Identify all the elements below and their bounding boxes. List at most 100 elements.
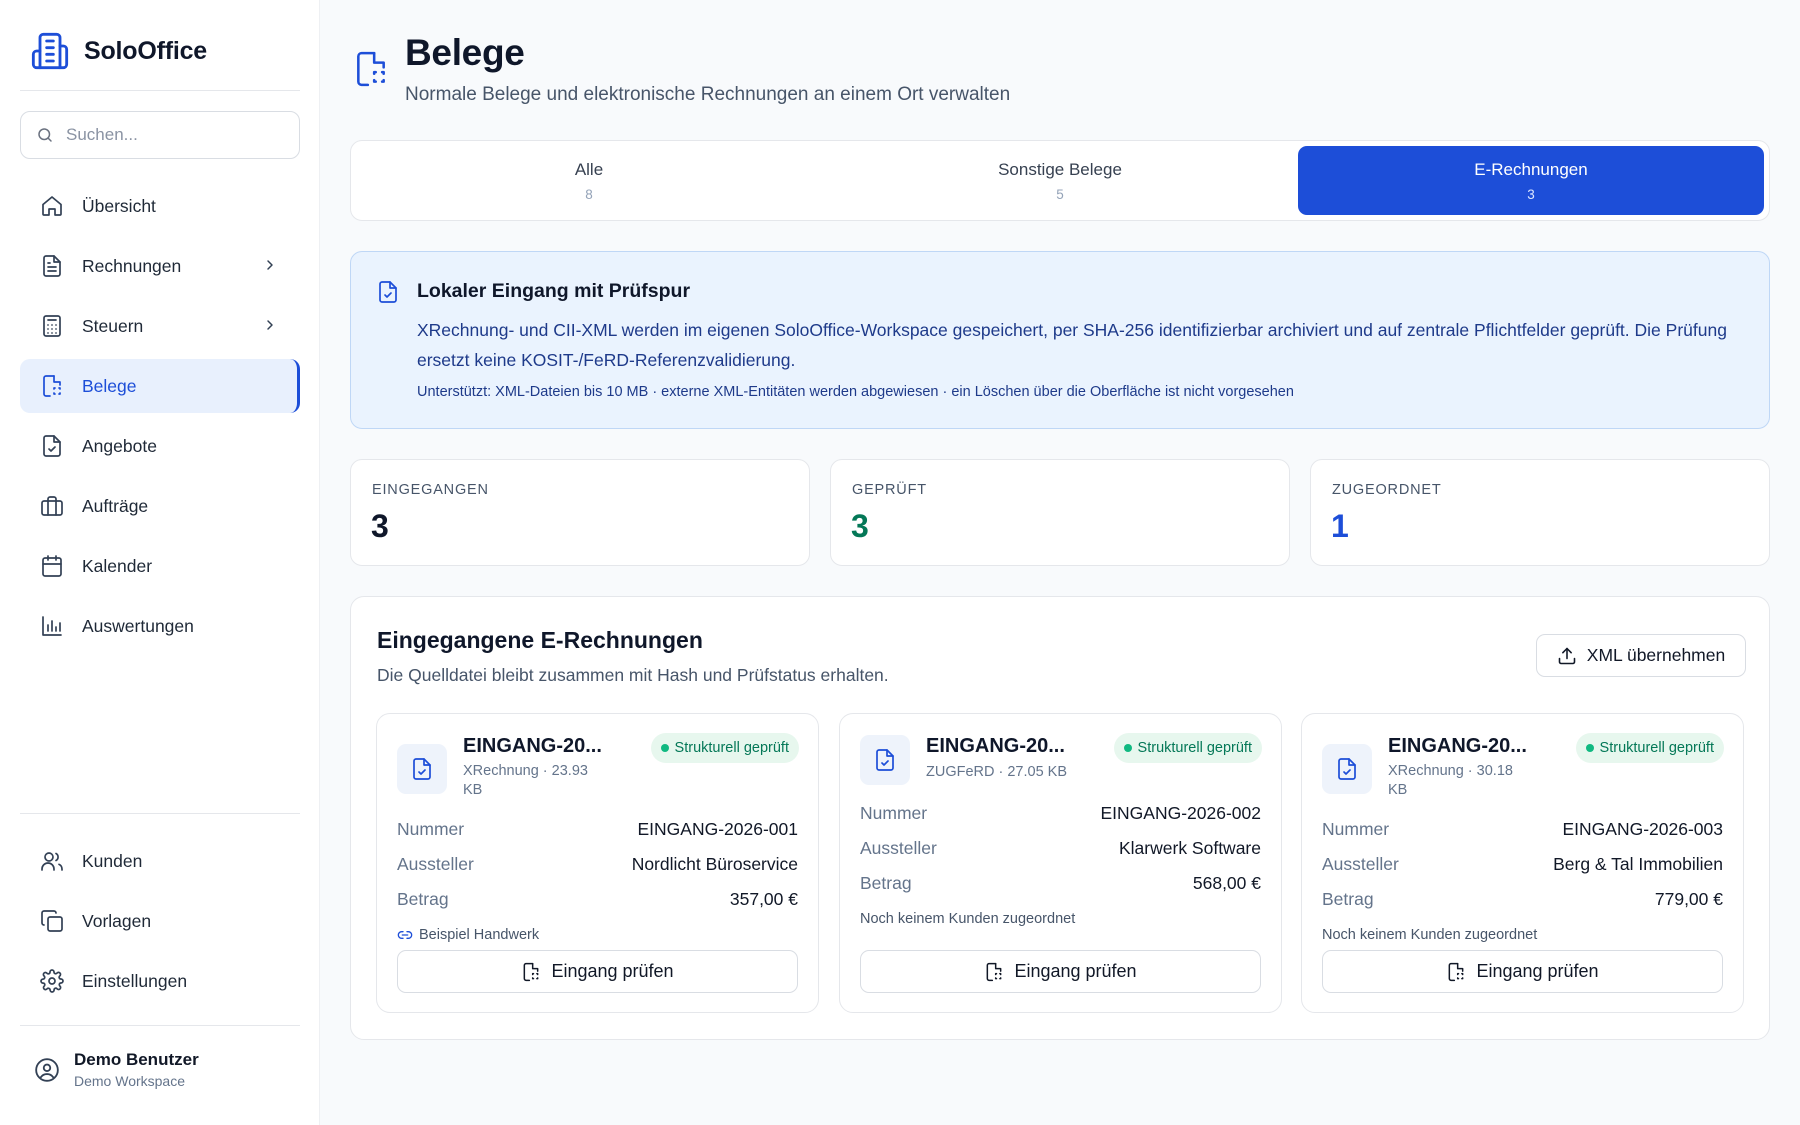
upload-icon: [1557, 646, 1577, 666]
button-label: XML übernehmen: [1586, 645, 1726, 665]
card-meta: XRechnung · 30.18 KB: [1388, 763, 1513, 798]
tab-e-rechnungen[interactable]: E-Rechnungen 3: [1298, 146, 1764, 215]
row-key: Betrag: [1322, 889, 1374, 909]
status-badge: Strukturell geprüft: [1575, 733, 1724, 763]
sidebar-item-auftraege[interactable]: Aufträge: [20, 479, 300, 533]
card-row-issuer: Aussteller Nordlicht Büroservice: [397, 854, 798, 875]
stat-card-zugeordnet: ZUGEORDNET 1: [1310, 459, 1770, 566]
customer-assignment: Noch keinem Kunden zugeordnet: [860, 911, 1075, 927]
sidebar-item-label: Auswertungen: [82, 615, 194, 636]
info-banner: Lokaler Eingang mit Prüfspur XRechnung- …: [350, 251, 1770, 429]
button-label: Eingang prüfen: [1014, 961, 1137, 981]
check-receipt-button[interactable]: Eingang prüfen: [860, 950, 1261, 993]
user-name: Demo Benutzer: [74, 1050, 199, 1069]
sidebar-item-label: Aufträge: [82, 495, 149, 516]
tab-alle[interactable]: Alle 8: [356, 146, 822, 215]
sidebar-item-belege[interactable]: Belege: [20, 359, 300, 413]
gear-icon: [40, 969, 64, 993]
sidebar-item-label: Angebote: [82, 435, 157, 456]
sidebar-item-label: Belege: [82, 375, 137, 396]
tab-bar: Alle 8 Sonstige Belege 5 E-Rechnungen 3: [350, 140, 1770, 221]
row-value: EINGANG-2026-002: [1100, 803, 1262, 823]
file-check-icon: [860, 735, 910, 785]
page-title: Belege: [405, 32, 525, 73]
customer-assignment: Noch keinem Kunden zugeordnet: [1322, 927, 1537, 943]
sidebar: SoloOffice Übersicht Rechnungen Steuern: [0, 0, 320, 1125]
sidebar-item-uebersicht[interactable]: Übersicht: [20, 179, 300, 233]
receipt-scan-icon: [352, 50, 390, 88]
file-scan-icon: [1446, 962, 1466, 982]
stat-label: ZUGEORDNET: [1332, 482, 1442, 498]
file-check-icon: [40, 434, 64, 458]
file-check-icon: [397, 744, 447, 794]
row-key: Nummer: [860, 803, 928, 823]
sidebar-item-label: Übersicht: [82, 195, 156, 216]
sidebar-divider: [20, 1025, 300, 1026]
calendar-icon: [40, 554, 64, 578]
brand[interactable]: SoloOffice: [30, 30, 207, 72]
tab-sonstige-belege[interactable]: Sonstige Belege 5: [827, 146, 1293, 215]
tab-label: E-Rechnungen: [1474, 159, 1588, 179]
user-profile[interactable]: Demo Benutzer Demo Workspace: [34, 1050, 199, 1089]
status-text: Strukturell geprüft: [674, 740, 789, 756]
card-row-number: Nummer EINGANG-2026-002: [860, 803, 1261, 824]
check-receipt-button[interactable]: Eingang prüfen: [397, 950, 798, 993]
assignment-text: Beispiel Handwerk: [419, 927, 540, 943]
file-check-icon: [376, 280, 400, 304]
copy-icon: [40, 909, 64, 933]
link-icon: [397, 927, 413, 943]
card-row-amount: Betrag 779,00 €: [1322, 889, 1723, 910]
page-subtitle: Normale Belege und elektronische Rechnun…: [405, 84, 1011, 105]
sidebar-item-label: Kalender: [82, 555, 153, 576]
card-row-amount: Betrag 568,00 €: [860, 873, 1261, 894]
file-text-icon: [40, 254, 64, 278]
sidebar-item-kalender[interactable]: Kalender: [20, 539, 300, 593]
search-icon: [36, 126, 54, 144]
file-scan-icon: [521, 962, 541, 982]
sidebar-item-einstellungen[interactable]: Einstellungen: [20, 954, 300, 1008]
status-badge: Strukturell geprüft: [650, 733, 799, 763]
customer-assignment[interactable]: Beispiel Handwerk: [397, 927, 539, 943]
card-row-amount: Betrag 357,00 €: [397, 889, 798, 910]
row-key: Nummer: [1322, 819, 1390, 839]
card-row-issuer: Aussteller Klarwerk Software: [860, 838, 1261, 859]
bar-chart-icon: [40, 614, 64, 638]
sidebar-item-label: Rechnungen: [82, 255, 182, 276]
e-invoice-panel: Eingegangene E-Rechnungen Die Quelldatei…: [350, 596, 1770, 1040]
row-value: 779,00 €: [1654, 889, 1723, 909]
search-box[interactable]: [20, 111, 300, 159]
sidebar-item-angebote[interactable]: Angebote: [20, 419, 300, 473]
check-receipt-button[interactable]: Eingang prüfen: [1322, 950, 1723, 993]
row-value: EINGANG-2026-001: [637, 819, 799, 839]
row-key: Aussteller: [397, 854, 474, 874]
tab-label: Sonstige Belege: [998, 159, 1122, 179]
tab-count: 8: [585, 186, 593, 202]
sidebar-item-steuern[interactable]: Steuern: [20, 299, 300, 353]
briefcase-icon: [40, 494, 64, 518]
search-input[interactable]: [66, 125, 286, 145]
import-xml-button[interactable]: XML übernehmen: [1536, 634, 1746, 677]
button-label: Eingang prüfen: [1476, 961, 1599, 981]
sidebar-item-rechnungen[interactable]: Rechnungen: [20, 239, 300, 293]
row-value: Klarwerk Software: [1119, 838, 1261, 858]
receipt-scan-icon: [40, 374, 64, 398]
chevron-right-icon: [262, 317, 278, 333]
tab-count: 3: [1527, 186, 1535, 202]
sidebar-item-vorlagen[interactable]: Vorlagen: [20, 894, 300, 948]
status-dot: [1123, 744, 1132, 752]
stat-label: EINGEGANGEN: [372, 482, 489, 498]
calculator-icon: [40, 314, 64, 338]
home-icon: [40, 194, 64, 218]
user-avatar-icon: [34, 1057, 60, 1083]
office-building-icon: [30, 31, 70, 71]
card-row-number: Nummer EINGANG-2026-001: [397, 819, 798, 840]
sidebar-item-kunden[interactable]: Kunden: [20, 834, 300, 888]
row-key: Nummer: [397, 819, 465, 839]
card-row-issuer: Aussteller Berg & Tal Immobilien: [1322, 854, 1723, 875]
status-text: Strukturell geprüft: [1137, 740, 1252, 756]
status-dot: [1585, 744, 1594, 752]
stat-value: 1: [1331, 508, 1349, 544]
invoice-card: EINGANG-20... XRechnung · 30.18 KB Struk…: [1301, 713, 1744, 1013]
sidebar-item-label: Vorlagen: [82, 910, 152, 931]
sidebar-item-auswertungen[interactable]: Auswertungen: [20, 599, 300, 653]
